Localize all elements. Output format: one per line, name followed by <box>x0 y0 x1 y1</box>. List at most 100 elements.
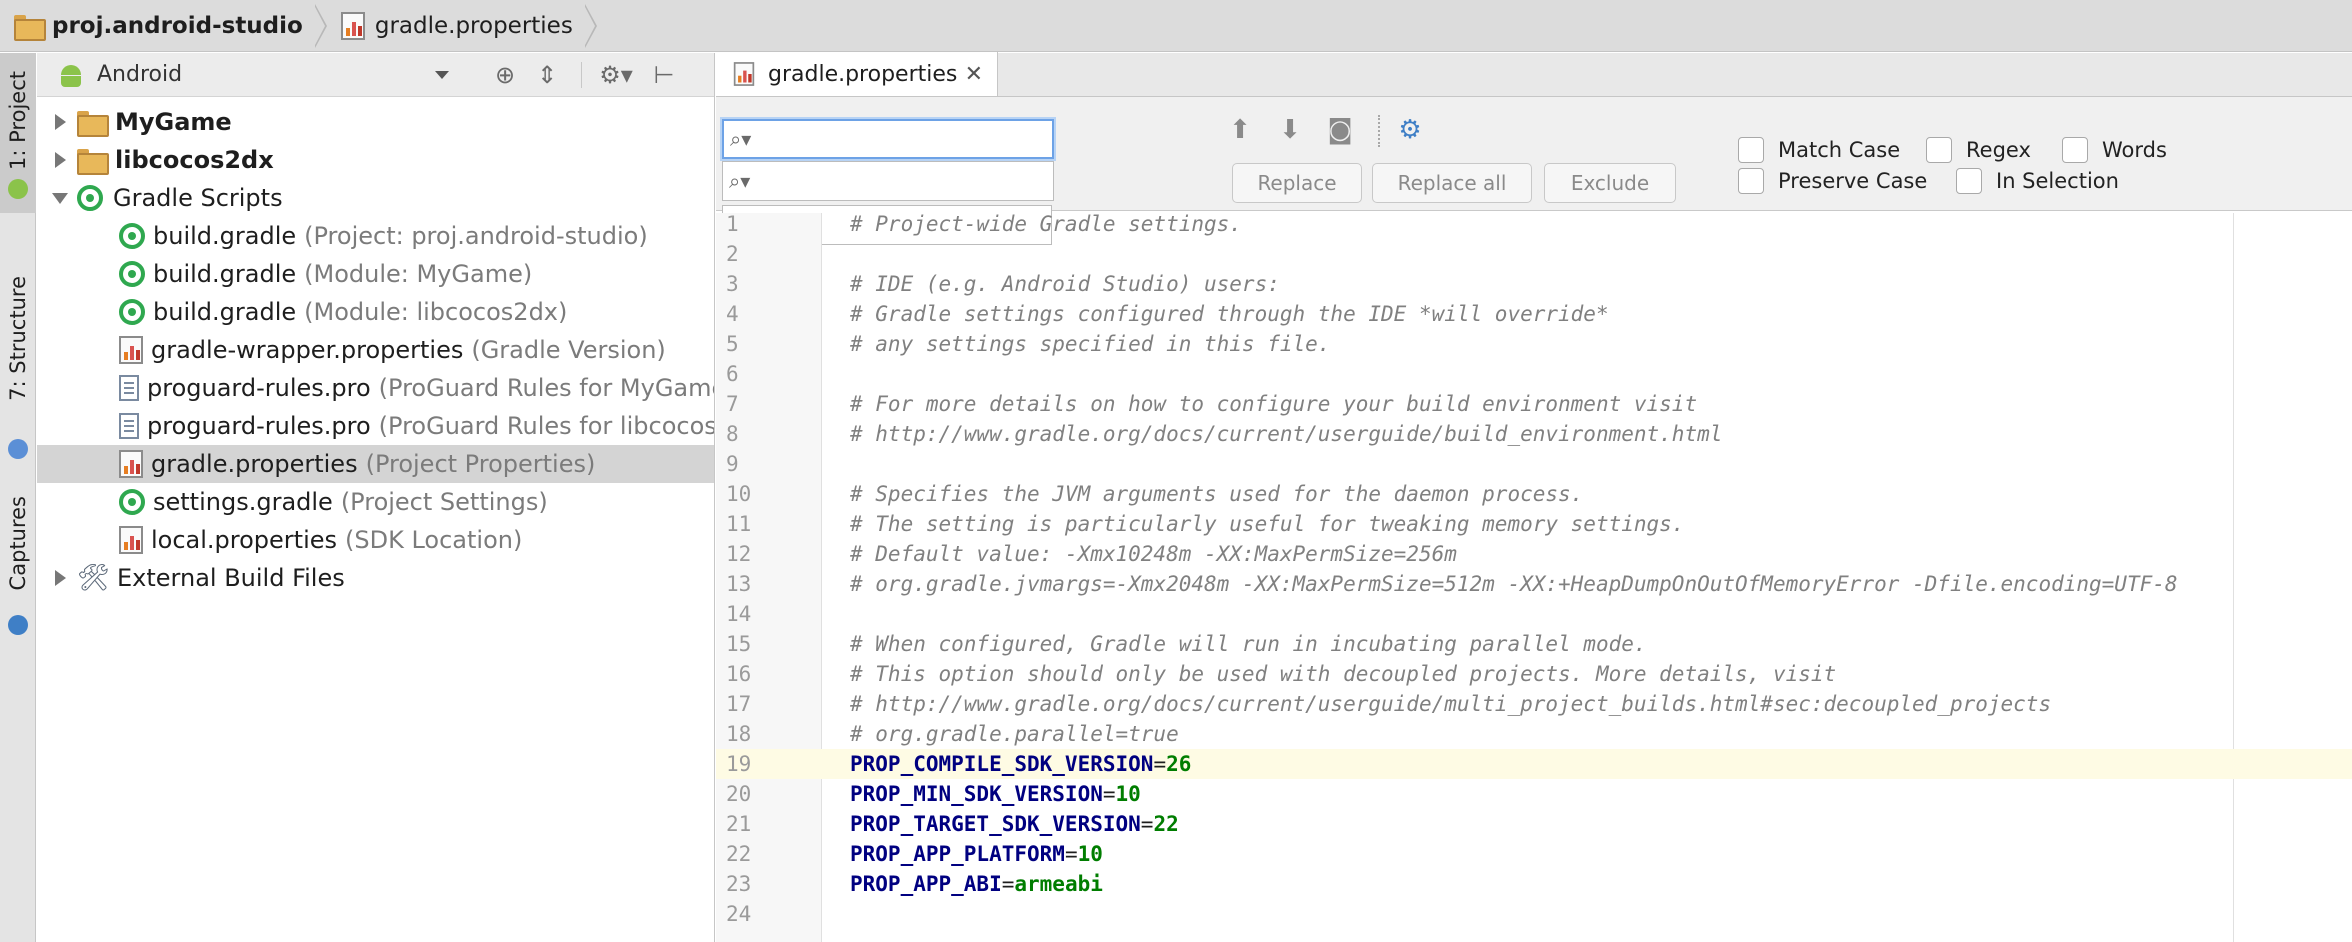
code-line[interactable]: 5 # any settings specified in this file. <box>716 329 2352 359</box>
tree-item[interactable]: build.gradle (Module: MyGame) <box>37 255 714 293</box>
code-text: # org.gradle.parallel=true <box>822 722 1179 746</box>
code-line[interactable]: 4 # Gradle settings configured through th… <box>716 299 2352 329</box>
preserve-case-checkbox[interactable]: Preserve Case <box>1738 168 1927 194</box>
tree-item[interactable]: Gradle Scripts <box>37 179 714 217</box>
property-key: PROP_TARGET_SDK_VERSION <box>850 812 1141 836</box>
tool-tab-project[interactable]: 1: Project <box>0 53 36 213</box>
code-line[interactable]: 22 PROP_APP_PLATFORM=10 <box>716 839 2352 869</box>
code-line[interactable]: 9 <box>716 449 2352 479</box>
tree-item[interactable]: build.gradle (Project: proj.android-studi… <box>37 217 714 255</box>
code-line[interactable]: 12 # Default value: -Xmx10248m -XX:MaxPer… <box>716 539 2352 569</box>
code-line[interactable]: 10 # Specifies the JVM arguments used for… <box>716 479 2352 509</box>
filter-search-results-button[interactable]: ⚙ <box>1392 115 1428 145</box>
settings-button[interactable]: ⚙▾ <box>592 57 640 93</box>
code-line[interactable]: 14 <box>716 599 2352 629</box>
comment-text: # IDE (e.g. Android Studio) users: <box>850 272 1280 296</box>
replace-input[interactable] <box>759 169 1053 193</box>
tree-item[interactable]: proguard-rules.pro (ProGuard Rules for li… <box>37 407 714 445</box>
expand-arrow-down-icon[interactable] <box>43 192 77 204</box>
code-text: PROP_COMPILE_SDK_VERSION=26 <box>822 752 1191 776</box>
collapse-all-button[interactable]: ⇕ <box>529 57 565 93</box>
line-number: 17 <box>726 692 752 716</box>
expand-arrow-right-icon[interactable] <box>43 114 77 130</box>
captures-icon <box>8 615 28 635</box>
search-icon[interactable]: ⌕▾ <box>730 127 760 151</box>
words-box <box>2062 137 2088 163</box>
scroll-from-source-button[interactable]: ⊕ <box>487 57 523 93</box>
code-editor[interactable]: 1 # Project-wide Gradle settings. 2 3 # IDE … <box>716 213 2352 942</box>
tree-item[interactable]: gradle-wrapper.properties (Gradle Version… <box>37 331 714 369</box>
in-selection-checkbox[interactable]: In Selection <box>1956 168 2119 194</box>
code-line[interactable]: 13 # org.gradle.jvmargs=-Xmx2048m -XX:Max… <box>716 569 2352 599</box>
property-key: PROP_COMPILE_SDK_VERSION <box>850 752 1154 776</box>
hide-panel-icon: ⊢ <box>653 60 675 89</box>
exclude-button[interactable]: Exclude <box>1544 163 1676 203</box>
breadcrumb: proj.android-studio gradle.properties <box>0 0 2352 52</box>
breadcrumb-project[interactable]: proj.android-studio <box>14 0 313 52</box>
tree-item[interactable]: settings.gradle (Project Settings) <box>37 483 714 521</box>
tree-item[interactable]: MyGame <box>37 103 714 141</box>
code-line[interactable]: 8 # http://www.gradle.org/docs/current/us… <box>716 419 2352 449</box>
code-line[interactable]: 19 PROP_COMPILE_SDK_VERSION=26 <box>716 749 2352 779</box>
words-checkbox[interactable]: Words <box>2062 137 2167 163</box>
code-text: # This option should only be used with d… <box>822 662 1836 686</box>
find-input[interactable] <box>760 127 1052 151</box>
close-icon[interactable]: ✕ <box>965 62 983 87</box>
line-number: 22 <box>726 842 752 866</box>
code-line[interactable]: 16 # This option should only be used with… <box>716 659 2352 689</box>
properties-icon <box>119 526 143 554</box>
property-value: 26 <box>1166 752 1192 776</box>
code-line[interactable]: 6 <box>716 359 2352 389</box>
code-line[interactable]: 21 PROP_TARGET_SDK_VERSION=22 <box>716 809 2352 839</box>
tree-item[interactable]: libcocos2dx <box>37 141 714 179</box>
tree-item[interactable]: build.gradle (Module: libcocos2dx) <box>37 293 714 331</box>
replace-all-button[interactable]: Replace all <box>1372 163 1532 203</box>
breadcrumb-separator <box>583 3 597 48</box>
property-key: PROP_APP_ABI <box>850 872 1002 896</box>
code-line[interactable]: 2 <box>716 239 2352 269</box>
regex-checkbox[interactable]: Regex <box>1926 137 2031 163</box>
code-line[interactable]: 18 # org.gradle.parallel=true <box>716 719 2352 749</box>
code-line[interactable]: 3 # IDE (e.g. Android Studio) users: <box>716 269 2352 299</box>
select-all-occurrences-button[interactable]: ◙ <box>1322 115 1358 145</box>
code-line[interactable]: 23 PROP_APP_ABI=armeabi <box>716 869 2352 899</box>
code-text: # When configured, Gradle will run in in… <box>822 632 1647 656</box>
code-line[interactable]: 17 # http://www.gradle.org/docs/current/u… <box>716 689 2352 719</box>
editor-tab-gradle-properties[interactable]: gradle.properties ✕ <box>716 52 998 96</box>
tool-tab-structure[interactable]: 7: Structure <box>0 233 36 473</box>
code-line[interactable]: 7 # For more details on how to configure … <box>716 389 2352 419</box>
tree-item[interactable]: local.properties (SDK Location) <box>37 521 714 559</box>
code-text: # Gradle settings configured through the… <box>822 302 1609 326</box>
code-line[interactable]: 15 # When configured, Gradle will run in … <box>716 629 2352 659</box>
breadcrumb-file-label: gradle.properties <box>374 12 573 39</box>
tool-tab-project-label: 1: Project <box>6 70 30 170</box>
tree-item[interactable]: 🛠 External Build Files <box>37 559 714 597</box>
breadcrumb-file[interactable]: gradle.properties <box>340 0 583 52</box>
tree-item[interactable]: gradle.properties (Project Properties) <box>37 445 714 483</box>
property-key: PROP_APP_PLATFORM <box>850 842 1065 866</box>
gear-icon: ⚙▾ <box>599 60 633 89</box>
tree-item-label: build.gradle <box>153 260 297 288</box>
code-line[interactable]: 1 # Project-wide Gradle settings. <box>716 213 2352 239</box>
gradle-icon <box>119 223 145 249</box>
tree-item-label: libcocos2dx <box>115 146 274 174</box>
expand-arrow-right-icon[interactable] <box>43 152 77 168</box>
code-line[interactable]: 20 PROP_MIN_SDK_VERSION=10 <box>716 779 2352 809</box>
search-icon[interactable]: ⌕▾ <box>729 169 759 193</box>
comment-text: # For more details on how to configure y… <box>850 392 1698 416</box>
expand-arrow-right-icon[interactable] <box>43 570 77 586</box>
chevron-down-icon <box>435 70 449 79</box>
code-line[interactable]: 11 # The setting is particularly useful f… <box>716 509 2352 539</box>
tool-tab-captures[interactable]: Captures <box>0 473 36 643</box>
replace-input-box: ⌕▾ <box>722 161 1054 201</box>
tree-item-hint: (ProGuard Rules for libcocos2dx) <box>378 412 714 440</box>
hide-panel-button[interactable]: ⊢ <box>646 57 682 93</box>
match-case-checkbox[interactable]: Match Case <box>1738 137 1900 163</box>
project-view-selector[interactable]: Android <box>59 62 459 87</box>
previous-occurrence-button[interactable]: ⬆ <box>1222 115 1258 145</box>
next-occurrence-button[interactable]: ⬇ <box>1272 115 1308 145</box>
replace-button[interactable]: Replace <box>1232 163 1362 203</box>
tree-item[interactable]: proguard-rules.pro (ProGuard Rules for My… <box>37 369 714 407</box>
structure-icon <box>8 439 28 459</box>
code-line[interactable]: 24 <box>716 899 2352 929</box>
